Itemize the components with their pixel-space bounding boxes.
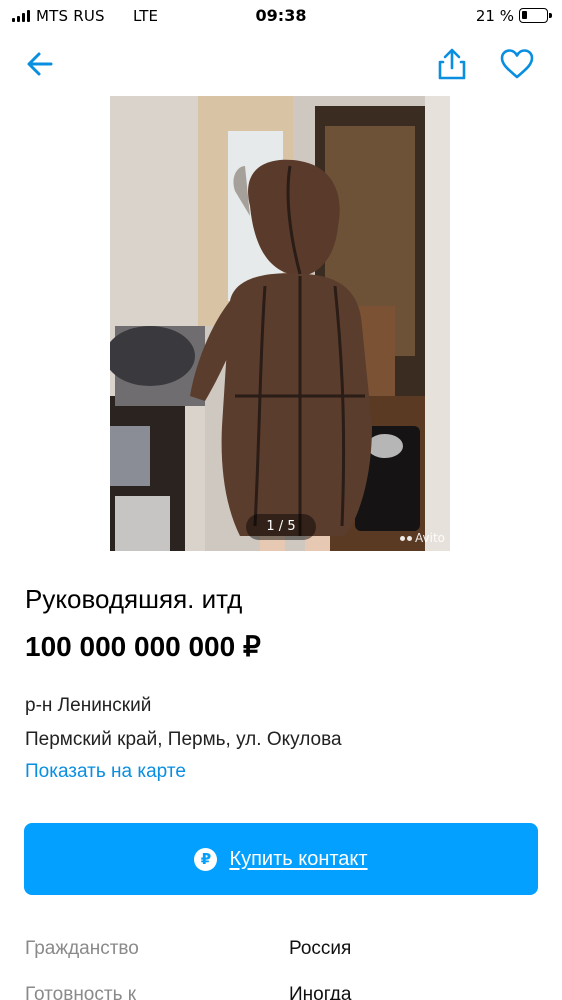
listing-district: р-н Ленинский (25, 695, 152, 716)
photo-counter: 1 / 5 (246, 514, 316, 540)
param-key: Готовность к (25, 984, 137, 1000)
buy-contact-button[interactable]: ₽ Купить контакт (24, 823, 538, 895)
param-value: Россия (289, 938, 352, 959)
param-value: Иногда (289, 984, 352, 1000)
top-nav-bar (0, 34, 562, 96)
back-button[interactable] (22, 46, 58, 82)
arrow-left-icon (27, 52, 53, 76)
share-button[interactable] (434, 46, 470, 82)
buy-contact-label: Купить контакт (229, 847, 368, 870)
avito-logo-icon (400, 535, 412, 541)
listing-photo-gallery[interactable]: 1 / 5 Avito (0, 96, 562, 551)
share-icon (438, 48, 466, 80)
favorite-button[interactable] (499, 46, 535, 82)
listing-address: Пермский край, Пермь, ул. Окулова (25, 729, 342, 750)
listing-title: Руководяшяя. итд (25, 584, 243, 614)
battery-icon (519, 8, 552, 23)
listing-price: 100 000 000 000 ₽ (25, 631, 261, 662)
watermark-text: Avito (415, 531, 445, 545)
battery-fill (522, 11, 527, 19)
show-on-map-link[interactable]: Показать на карте (25, 761, 186, 783)
battery-percent: 21 % (475, 7, 514, 25)
status-bar: MTS RUS LTE 09:38 21 % (0, 0, 562, 34)
heart-icon (500, 49, 534, 79)
avito-watermark: Avito (400, 531, 445, 545)
param-key: Гражданство (25, 938, 139, 959)
listing-photo (110, 96, 450, 551)
ruble-icon: ₽ (194, 847, 218, 871)
